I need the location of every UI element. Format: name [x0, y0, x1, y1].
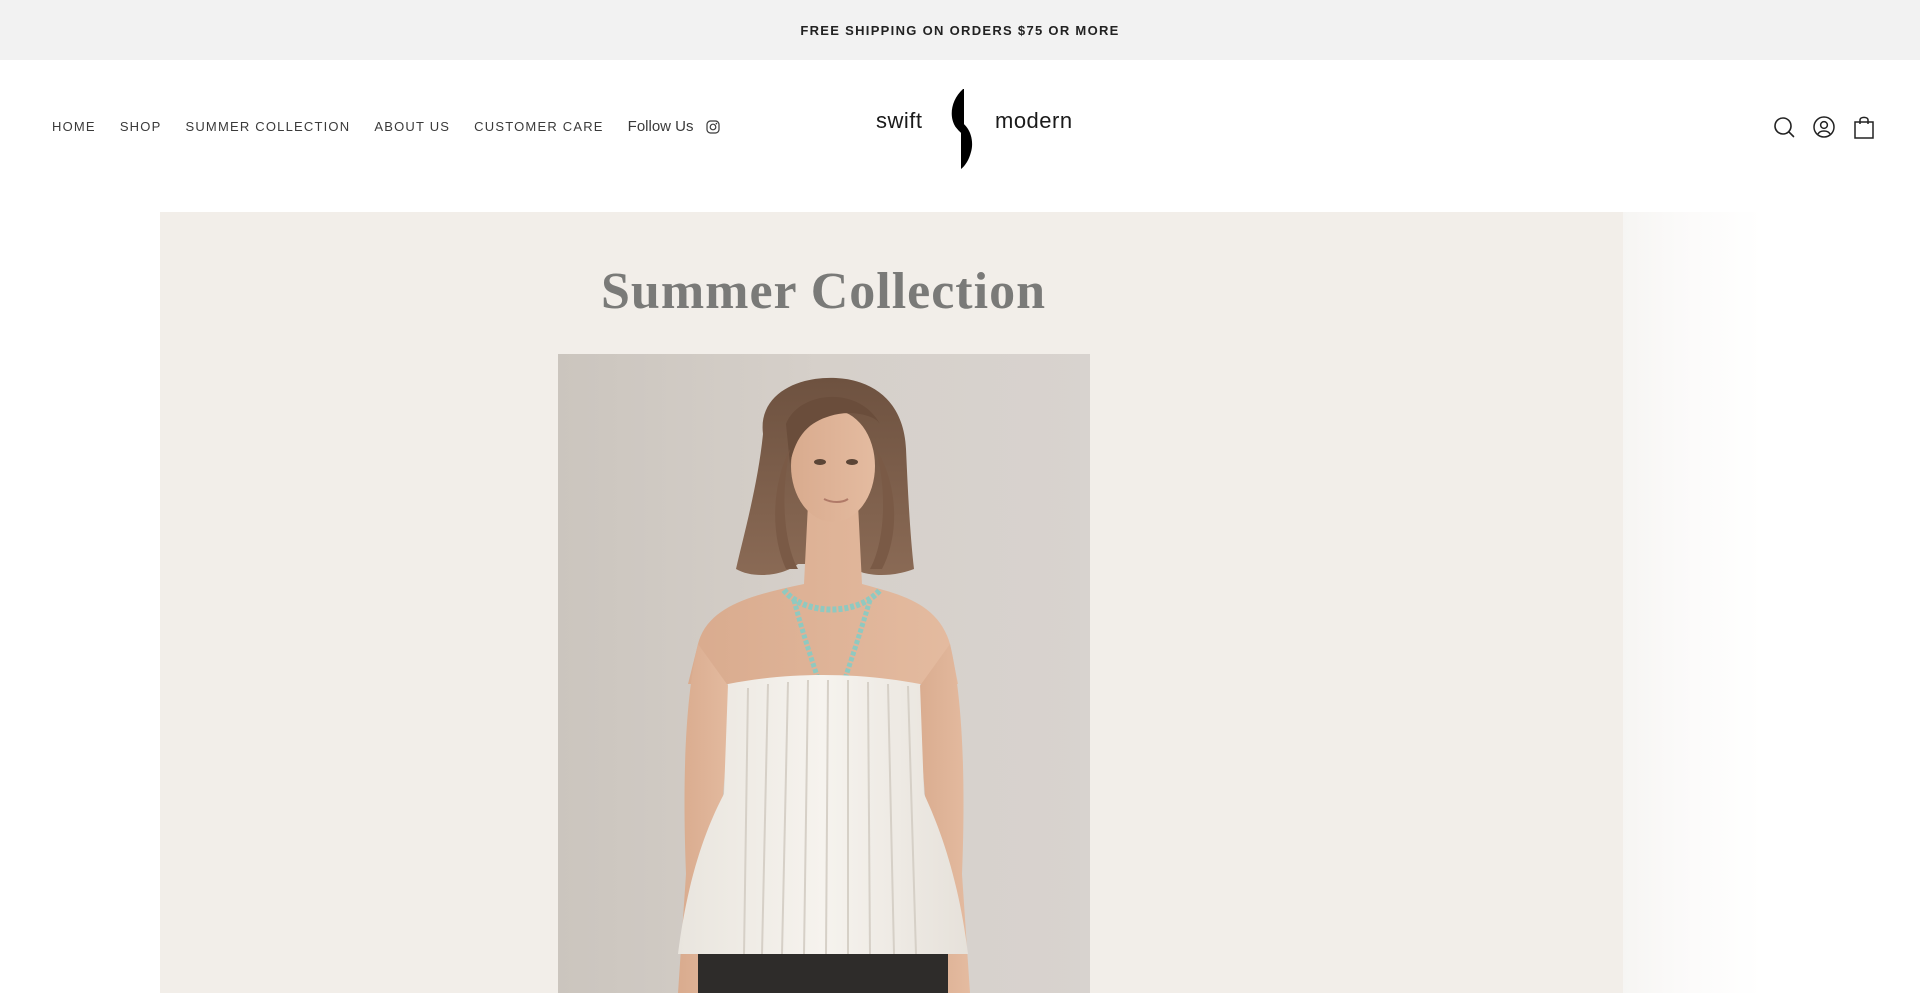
nav-item-customer-care[interactable]: CUSTOMER CARE — [474, 119, 603, 134]
site-header: HOME SHOP SUMMER COLLECTION ABOUT US CUS… — [0, 60, 1920, 210]
model-illustration — [678, 377, 970, 993]
logo-mark-icon — [951, 89, 973, 169]
nav-item-summer-collection[interactable]: SUMMER COLLECTION — [185, 119, 350, 134]
cart-icon[interactable] — [1852, 114, 1876, 140]
logo-word-swift: swift — [876, 108, 923, 133]
announcement-text: FREE SHIPPING ON ORDERS $75 OR MORE — [800, 22, 1120, 38]
main-nav: HOME SHOP SUMMER COLLECTION ABOUT US CUS… — [52, 118, 720, 135]
brand-logo[interactable]: swift modern — [876, 88, 1073, 170]
follow-us-label: Follow Us — [627, 118, 694, 135]
announcement-bar: FREE SHIPPING ON ORDERS $75 OR MORE — [0, 0, 1920, 60]
hero-edge-fade — [1622, 212, 1762, 993]
hero-title: Summer Collection — [601, 263, 1046, 320]
nav-item-home[interactable]: HOME — [52, 119, 96, 134]
header-actions — [1756, 114, 1876, 140]
nav-item-about-us[interactable]: ABOUT US — [374, 119, 450, 134]
hero-banner[interactable]: Summer Collection — [160, 212, 1623, 993]
logo-word-modern: modern — [995, 108, 1073, 133]
nav-item-shop[interactable]: SHOP — [120, 119, 162, 134]
account-icon[interactable] — [1812, 114, 1836, 140]
hero-model-image[interactable] — [558, 354, 1090, 993]
instagram-icon[interactable] — [705, 119, 720, 134]
search-icon[interactable] — [1772, 114, 1796, 140]
